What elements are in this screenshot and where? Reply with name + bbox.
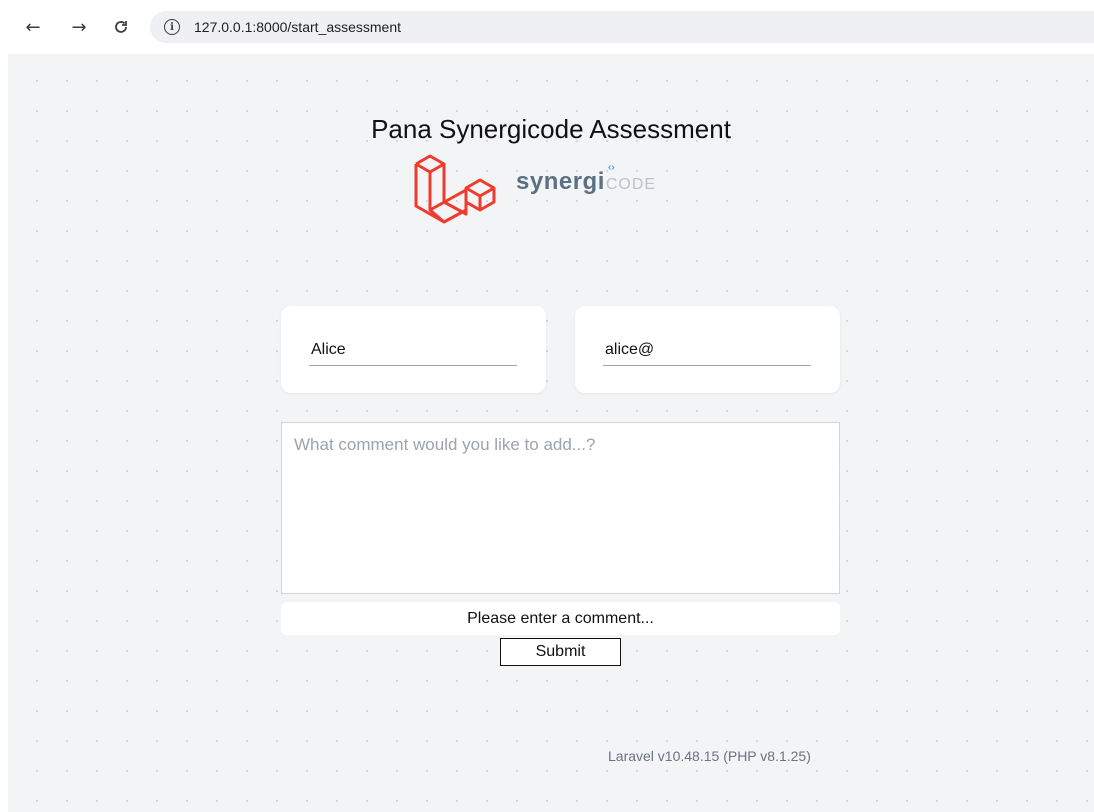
comment-textarea[interactable] bbox=[281, 422, 840, 594]
logo-text-code: CODE bbox=[605, 176, 657, 193]
logo-text-main: synergi bbox=[516, 168, 605, 195]
synergicode-logo: ‹› synergiCODE bbox=[516, 162, 657, 208]
email-card bbox=[575, 306, 840, 393]
version-footer: Laravel v10.48.15 (PHP v8.1.25) bbox=[608, 748, 811, 764]
site-info-icon[interactable]: i bbox=[164, 19, 180, 35]
url-text: 127.0.0.1:8000/start_assessment bbox=[194, 19, 402, 35]
reload-icon[interactable] bbox=[108, 14, 134, 40]
browser-toolbar: ← → i 127.0.0.1:8000/start_assessment bbox=[0, 0, 1094, 54]
address-bar[interactable]: i 127.0.0.1:8000/start_assessment bbox=[150, 11, 1094, 43]
code-brackets-icon: ‹› bbox=[608, 162, 615, 173]
laravel-logo-icon bbox=[414, 154, 496, 224]
page-content: Pana Synergicode Assessment ‹› synergiCO… bbox=[8, 54, 1094, 812]
validation-message: Please enter a comment... bbox=[281, 602, 840, 635]
forward-arrow-icon[interactable]: → bbox=[66, 14, 92, 40]
email-input[interactable] bbox=[603, 334, 811, 366]
submit-button[interactable]: Submit bbox=[500, 638, 621, 666]
name-input[interactable] bbox=[309, 334, 517, 366]
logo-row: ‹› synergiCODE bbox=[408, 150, 708, 230]
page-title: Pana Synergicode Assessment bbox=[371, 114, 731, 144]
name-card bbox=[281, 306, 546, 393]
back-arrow-icon[interactable]: ← bbox=[20, 14, 46, 40]
